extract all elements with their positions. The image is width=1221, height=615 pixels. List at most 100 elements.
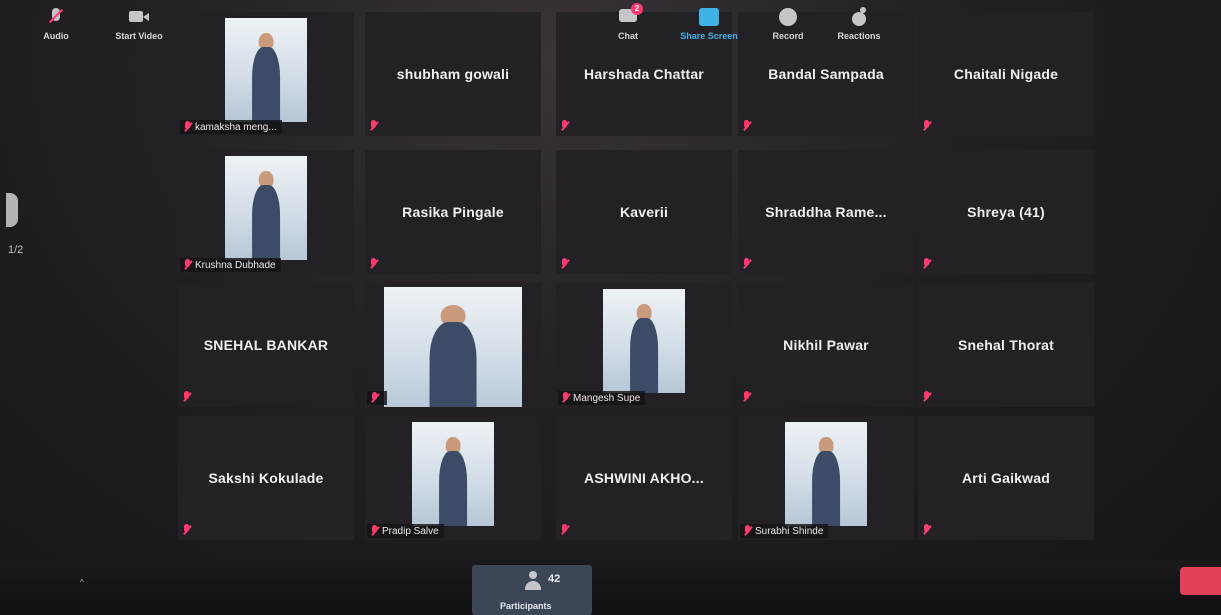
- participant-video: [225, 18, 307, 122]
- participant-video: [412, 422, 494, 526]
- mic-muted-icon: [369, 258, 378, 270]
- person-body: [439, 451, 467, 526]
- participant-tile[interactable]: Snehal Thorat: [918, 283, 1094, 407]
- mic-muted-icon: [560, 524, 569, 536]
- participant-name: Surabhi Shinde: [755, 525, 824, 537]
- participant-name: Snehal Thorat: [958, 337, 1054, 353]
- mic-muted-icon: [45, 6, 67, 28]
- participant-tile[interactable]: Shreya (41): [918, 150, 1094, 274]
- participant-name: Pradip Salve: [382, 525, 439, 537]
- person-body: [429, 322, 477, 407]
- participant-tile[interactable]: Shraddha Rame...: [738, 150, 914, 274]
- participant-name: ASHWINI AKHO...: [584, 470, 704, 486]
- participants-grid: kamaksha meng... shubham gowali Harshada C…: [0, 0, 1221, 560]
- participant-name: Krushna Dubhade: [195, 259, 276, 271]
- mic-muted-icon: [561, 392, 570, 404]
- record-label: Record: [772, 31, 804, 41]
- mic-muted-icon: [742, 120, 751, 132]
- participant-name: kamaksha meng...: [195, 121, 277, 133]
- participant-name-label: Pradip Salve: [367, 524, 444, 538]
- reactions-icon: [848, 6, 870, 28]
- participant-video: [384, 287, 522, 407]
- participant-name: Mangesh Supe: [573, 392, 641, 404]
- participant-name: Shraddha Rame...: [765, 204, 887, 220]
- mic-muted-icon: [922, 524, 931, 536]
- participant-tile[interactable]: [365, 283, 541, 407]
- mic-muted-icon: [742, 258, 751, 270]
- participant-name: Kaverii: [619, 204, 669, 220]
- participant-name: Nikhil Pawar: [783, 337, 869, 353]
- participants-button[interactable]: 42 Participants: [472, 565, 592, 615]
- record-icon: [777, 6, 799, 28]
- participant-name-label: [367, 391, 387, 405]
- mic-muted-icon: [183, 259, 192, 271]
- participant-tile[interactable]: Nikhil Pawar: [738, 283, 914, 407]
- participant-tile[interactable]: Mangesh Supe: [556, 283, 732, 407]
- person-body: [252, 47, 280, 122]
- chat-label: Chat: [618, 31, 638, 41]
- participant-tile[interactable]: Surabhi Shinde: [738, 416, 914, 540]
- mic-muted-icon: [182, 391, 191, 403]
- participant-name-label: Surabhi Shinde: [740, 524, 829, 538]
- share-screen-label: Share Screen: [680, 31, 738, 41]
- mic-muted-icon: [743, 525, 752, 537]
- mic-muted-icon: [922, 391, 931, 403]
- mic-muted-icon: [183, 121, 192, 133]
- participant-name: Bandal Sampada: [768, 66, 884, 82]
- participant-tile[interactable]: kamaksha meng...: [178, 12, 354, 136]
- participant-name: SNEHAL BANKAR: [203, 337, 329, 353]
- record-button[interactable]: Record: [766, 6, 810, 41]
- start-video-button[interactable]: Start Video: [108, 6, 170, 41]
- audio-options-caret[interactable]: ^: [80, 578, 84, 587]
- participant-tile[interactable]: ASHWINI AKHO...: [556, 416, 732, 540]
- participant-name-label: Krushna Dubhade: [180, 258, 281, 272]
- participant-name: Harshada Chattar: [584, 66, 704, 82]
- reactions-button[interactable]: Reactions: [832, 6, 886, 41]
- participant-tile[interactable]: Chaitali Nigade: [918, 12, 1094, 136]
- participant-tile[interactable]: Bandal Sampada: [738, 12, 914, 136]
- participant-tile[interactable]: shubham gowali: [365, 12, 541, 136]
- person-body: [252, 185, 280, 260]
- participant-tile[interactable]: Rasika Pingale: [365, 150, 541, 274]
- person-body: [812, 451, 840, 526]
- audio-label: Audio: [43, 31, 69, 41]
- camera-icon: [128, 6, 150, 28]
- chat-unread-badge: 2: [631, 3, 643, 15]
- mic-muted-icon: [560, 120, 569, 132]
- participant-video: [225, 156, 307, 260]
- mic-muted-icon: [560, 258, 569, 270]
- participant-tile[interactable]: Pradip Salve: [365, 416, 541, 540]
- mic-muted-icon: [742, 391, 751, 403]
- participant-video: [603, 289, 685, 393]
- participant-tile[interactable]: Arti Gaikwad: [918, 416, 1094, 540]
- participant-name: Arti Gaikwad: [962, 470, 1050, 486]
- participant-tile[interactable]: Krushna Dubhade: [178, 150, 354, 274]
- participant-name: shubham gowali: [396, 66, 510, 82]
- participant-name: Sakshi Kokulade: [208, 470, 324, 486]
- share-screen-icon: [698, 6, 720, 28]
- participants-label: Participants: [500, 601, 552, 611]
- mic-muted-icon: [370, 525, 379, 537]
- mic-muted-icon: [369, 120, 378, 132]
- share-screen-button[interactable]: Share Screen: [676, 6, 742, 41]
- chat-button[interactable]: 2 Chat: [610, 3, 646, 41]
- chat-icon: 2: [617, 3, 643, 28]
- meeting-toolbar: [0, 560, 1221, 615]
- mic-muted-icon: [922, 258, 931, 270]
- participant-name-label: kamaksha meng...: [180, 120, 282, 134]
- participants-count: 42: [548, 573, 561, 585]
- participant-name: Rasika Pingale: [402, 204, 504, 220]
- mic-muted-icon: [370, 392, 379, 404]
- participant-name-label: Mangesh Supe: [558, 391, 646, 405]
- end-meeting-button[interactable]: [1180, 567, 1221, 595]
- participant-name: Shreya (41): [967, 204, 1045, 220]
- start-video-label: Start Video: [115, 31, 163, 41]
- participant-video: [785, 422, 867, 526]
- mic-muted-icon: [182, 524, 191, 536]
- person-body: [630, 318, 658, 393]
- participant-tile[interactable]: Sakshi Kokulade: [178, 416, 354, 540]
- audio-button[interactable]: Audio: [36, 6, 76, 41]
- participant-tile[interactable]: Kaverii: [556, 150, 732, 274]
- participant-tile[interactable]: SNEHAL BANKAR: [178, 283, 354, 407]
- participants-icon: [522, 570, 544, 592]
